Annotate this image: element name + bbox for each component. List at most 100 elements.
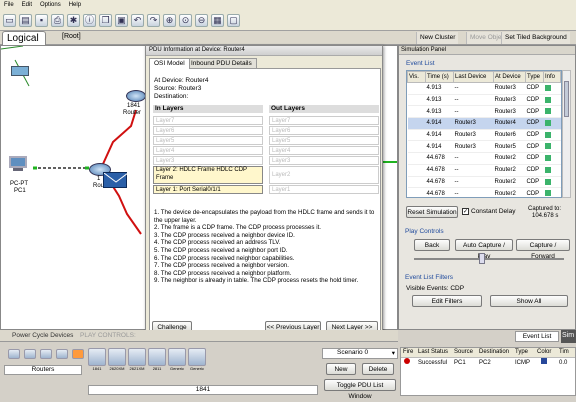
hubs-category-icon[interactable] (40, 349, 52, 359)
pdu-row[interactable]: Successful PC1 PC2 ICMP 0.0 (401, 358, 575, 368)
event-row[interactable]: 44.678 -- Router2 CDP (407, 152, 561, 165)
new-cluster-button[interactable]: New Cluster (416, 32, 459, 44)
event-vis[interactable] (407, 105, 426, 119)
in-layer6[interactable]: Layer6 (153, 126, 263, 135)
paste-icon[interactable]: ▣ (115, 14, 128, 27)
event-vis[interactable] (407, 82, 426, 95)
device-model-2621xm[interactable]: 2621XM (128, 348, 146, 371)
root-breadcrumb[interactable]: [Root] (62, 33, 81, 40)
col-type[interactable]: Type (525, 71, 544, 83)
redo-icon[interactable]: ↷ (147, 14, 160, 27)
device-model-generic[interactable]: Generic (168, 348, 186, 371)
scroll-thumb[interactable] (564, 81, 569, 117)
menu-edit[interactable]: Edit (22, 2, 32, 9)
event-info-swatch[interactable] (543, 94, 561, 107)
event-info-swatch[interactable] (543, 140, 561, 154)
event-row[interactable]: 4.914 Router3 Router4 CDP (407, 117, 561, 130)
set-tiled-background-button[interactable]: Set Tiled Background (501, 32, 570, 44)
device-model-generic-2[interactable]: Generic (188, 348, 206, 371)
event-vis[interactable] (407, 94, 426, 107)
event-vis[interactable] (407, 152, 426, 165)
speed-slider[interactable] (414, 258, 564, 260)
logical-tab[interactable]: Logical (2, 31, 46, 46)
new-icon[interactable]: ▭ (3, 14, 16, 27)
toggle-pdu-list-button[interactable]: Toggle PDU List Window (324, 379, 396, 400)
menu-options[interactable]: Options (40, 2, 61, 9)
power-cycle-devices-button[interactable]: Power Cycle Devices (12, 332, 73, 339)
new-scenario-button[interactable]: New (326, 363, 356, 375)
speed-slider-thumb[interactable] (479, 253, 485, 264)
event-info-swatch[interactable] (543, 82, 561, 95)
routers-category-icon[interactable] (8, 349, 20, 359)
scenario-select[interactable]: Scenario 0 ▾ (322, 348, 398, 359)
cloud-icon[interactable] (11, 66, 29, 76)
pc-icon[interactable] (9, 156, 29, 174)
constant-delay-option[interactable]: ✓ Constant Delay (462, 208, 515, 215)
event-row[interactable]: 44.678 -- Router2 CDP (407, 164, 561, 177)
in-layer4[interactable]: Layer4 (153, 146, 263, 155)
edit-filters-button[interactable]: Edit Filters (412, 295, 482, 307)
event-info-swatch[interactable] (543, 164, 561, 177)
switches-category-icon[interactable] (24, 349, 36, 359)
event-info-swatch[interactable] (543, 117, 561, 130)
event-info-swatch[interactable] (543, 176, 561, 189)
out-layer5[interactable]: Layer5 (269, 136, 379, 145)
event-row[interactable]: 4.913 -- Router3 CDP (407, 82, 561, 95)
constant-delay-checkbox[interactable]: ✓ (462, 208, 469, 215)
event-vis[interactable] (407, 129, 426, 142)
envelope-icon[interactable] (103, 172, 129, 188)
device-model-2620xm[interactable]: 2620XM (108, 348, 126, 371)
event-vis[interactable] (407, 187, 426, 197)
back-button[interactable]: Back (414, 239, 450, 251)
col-at-device[interactable]: At Device (493, 71, 526, 83)
zoom-in-icon[interactable]: ⊕ (163, 14, 176, 27)
out-layer1[interactable]: Layer1 (269, 185, 379, 194)
event-row[interactable]: 4.913 -- Router3 CDP (407, 94, 561, 107)
pdu-list-table[interactable]: Fire Last Status Source Destination Type… (400, 347, 576, 396)
event-vis[interactable] (407, 176, 426, 189)
col-time[interactable]: Time (s) (425, 71, 454, 83)
out-layer7[interactable]: Layer7 (269, 116, 379, 125)
event-list-table[interactable]: Vis. Time (s) Last Device At Device Type… (406, 70, 562, 198)
event-row[interactable]: 44.678 -- Router2 CDP (407, 176, 561, 189)
copy-icon[interactable]: ❐ (99, 14, 112, 27)
event-row[interactable]: 44.678 -- Router2 CDP (407, 187, 561, 197)
simulation-mode-tab[interactable]: Sim (561, 330, 576, 343)
custom-device-icon[interactable]: ▢ (227, 14, 240, 27)
device-model-2811[interactable]: 2811 (148, 348, 166, 371)
event-info-swatch[interactable] (543, 105, 561, 119)
event-vis[interactable] (407, 164, 426, 177)
in-layer2[interactable]: Layer 2: HDLC Frame HDLC CDP Frame (153, 166, 263, 184)
event-list-toggle-button[interactable]: Event List (515, 331, 559, 342)
network-info-icon[interactable]: ⓘ (83, 14, 96, 27)
out-layer2[interactable]: Layer2 (269, 166, 379, 184)
event-vis[interactable] (407, 140, 426, 154)
col-last-device[interactable]: Last Device (453, 71, 494, 83)
event-row[interactable]: 4.914 Router3 Router6 CDP (407, 129, 561, 142)
delete-scenario-button[interactable]: Delete (362, 363, 394, 375)
in-layer5[interactable]: Layer5 (153, 136, 263, 145)
undo-icon[interactable]: ↶ (131, 14, 144, 27)
event-row[interactable]: 4.913 -- Router3 CDP (407, 105, 561, 119)
event-list-scrollbar[interactable] (562, 70, 571, 198)
event-info-swatch[interactable] (543, 152, 561, 165)
out-layer3[interactable]: Layer3 (269, 156, 379, 165)
fire-icon[interactable] (401, 358, 418, 368)
in-layer7[interactable]: Layer7 (153, 116, 263, 125)
event-info-swatch[interactable] (543, 129, 561, 142)
wireless-category-icon[interactable] (56, 349, 68, 359)
show-all-button[interactable]: Show All (490, 295, 568, 307)
event-row[interactable]: 4.914 Router3 Router5 CDP (407, 140, 561, 154)
router-icon[interactable] (126, 90, 146, 102)
wizard-icon[interactable]: ✱ (67, 14, 80, 27)
in-layer1[interactable]: Layer 1: Port Serial0/1/1 (153, 185, 263, 194)
reset-simulation-button[interactable]: Reset Simulation (406, 206, 458, 218)
device-model-1841[interactable]: 1841 (88, 348, 106, 371)
open-icon[interactable]: ▤ (19, 14, 32, 27)
col-vis[interactable]: Vis. (407, 71, 426, 83)
zoom-out-icon[interactable]: ⊖ (195, 14, 208, 27)
event-vis[interactable] (407, 117, 426, 130)
menu-file[interactable]: File (4, 2, 14, 9)
col-info[interactable]: Info (543, 71, 561, 83)
auto-capture-play-button[interactable]: Auto Capture / Play (455, 239, 513, 260)
